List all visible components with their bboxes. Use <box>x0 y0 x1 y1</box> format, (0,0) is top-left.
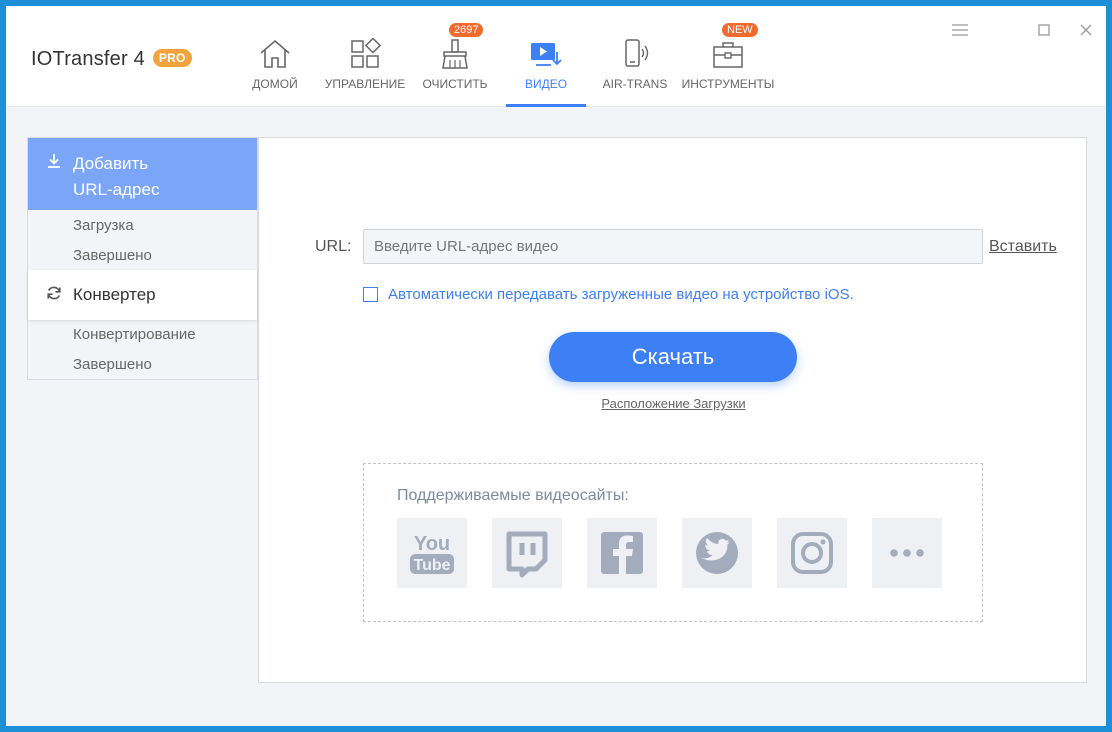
clean-broom-icon <box>442 39 468 69</box>
site-twitter[interactable] <box>682 518 752 588</box>
facebook-icon <box>601 532 643 574</box>
url-input[interactable] <box>363 229 983 264</box>
nav-label: ИНСТРУМЕНТЫ <box>681 77 775 91</box>
main-panel: URL: Вставить Автоматически передавать з… <box>258 137 1087 683</box>
clean-count-badge: 2697 <box>449 23 484 37</box>
nav-label: ВИДЕО <box>524 77 568 91</box>
sidebar-subitem-download-completed[interactable]: Завершено <box>73 247 152 264</box>
nav-tools[interactable]: NEW ИНСТРУМЕНТЫ <box>682 6 774 107</box>
phone-wireless-icon <box>625 39 649 67</box>
new-badge: NEW <box>722 23 758 37</box>
manage-icon <box>351 38 382 68</box>
nav-home[interactable]: ДОМОЙ <box>244 6 306 107</box>
maximize-icon[interactable] <box>1034 20 1054 40</box>
nav-label: ОЧИСТИТЬ <box>422 77 488 91</box>
svg-text:Tube: Tube <box>413 557 450 574</box>
supported-sites-title: Поддерживаемые видеосайты: <box>397 487 629 504</box>
home-icon <box>260 39 290 68</box>
nav-manage[interactable]: УПРАВЛЕНИЕ <box>324 6 406 107</box>
content-area: Добавить URL-адрес Загрузка Завершено Ко… <box>6 107 1106 726</box>
nav-label: УПРАВЛЕНИЕ <box>324 77 406 91</box>
site-instagram[interactable] <box>777 518 847 588</box>
youtube-icon: You Tube <box>410 533 454 574</box>
url-label: URL: <box>315 238 352 255</box>
sidebar-item-converter[interactable]: Конвертер <box>28 270 257 320</box>
header-bar: IOTransfer 4 PRO ДОМОЙ УПРАВЛЕНИЕ 2697 О… <box>6 6 1106 107</box>
add-url-label-line1: Добавить <box>73 154 149 173</box>
download-arrow-icon <box>48 154 60 168</box>
site-twitch[interactable] <box>492 518 562 588</box>
supported-sites-box: Поддерживаемые видеосайты: You Tube <box>363 463 983 622</box>
download-button[interactable]: Скачать <box>549 332 797 382</box>
nav-clean[interactable]: 2697 ОЧИСТИТЬ <box>418 6 492 107</box>
site-more[interactable] <box>872 518 942 588</box>
refresh-icon <box>47 286 61 300</box>
sidebar: Добавить URL-адрес Загрузка Завершено Ко… <box>27 137 258 380</box>
menu-icon[interactable] <box>950 20 970 40</box>
nav-label: AIR-TRANS <box>602 77 668 91</box>
instagram-icon <box>791 532 833 574</box>
sidebar-item-add-url[interactable]: Добавить URL-адрес <box>28 138 257 210</box>
auto-transfer-checkbox[interactable] <box>363 287 378 302</box>
sidebar-subitem-converting[interactable]: Конвертирование <box>73 326 196 343</box>
app-window: IOTransfer 4 PRO ДОМОЙ УПРАВЛЕНИЕ 2697 О… <box>6 6 1106 726</box>
nav-video[interactable]: ВИДЕО <box>506 6 586 107</box>
auto-transfer-label: Автоматически передавать загруженные вид… <box>388 286 854 303</box>
site-facebook[interactable] <box>587 518 657 588</box>
more-icon <box>890 549 924 557</box>
nav-air-trans[interactable]: AIR-TRANS <box>602 6 668 107</box>
nav-label: ДОМОЙ <box>252 77 298 91</box>
main-nav: ДОМОЙ УПРАВЛЕНИЕ 2697 ОЧИСТИТЬ ВИДЕО AIR… <box>6 6 806 107</box>
sidebar-item-label: Конвертер <box>73 285 156 304</box>
sidebar-item-label: Добавить URL-адрес <box>73 151 159 203</box>
download-location-link[interactable]: Расположение Загрузки <box>259 396 1088 411</box>
toolbox-icon <box>713 42 743 68</box>
sidebar-subitem-convert-completed[interactable]: Завершено <box>73 356 152 373</box>
twitter-icon <box>696 532 738 574</box>
add-url-label-line2: URL-адрес <box>73 180 160 199</box>
paste-link[interactable]: Вставить <box>989 238 1057 256</box>
twitch-icon <box>506 531 548 578</box>
site-youtube[interactable]: You Tube <box>397 518 467 588</box>
close-icon[interactable] <box>1076 20 1096 40</box>
svg-text:You: You <box>414 533 450 555</box>
video-download-icon <box>531 43 562 66</box>
sidebar-subitem-downloading[interactable]: Загрузка <box>73 217 134 234</box>
auto-transfer-option[interactable]: Автоматически передавать загруженные вид… <box>363 286 854 303</box>
